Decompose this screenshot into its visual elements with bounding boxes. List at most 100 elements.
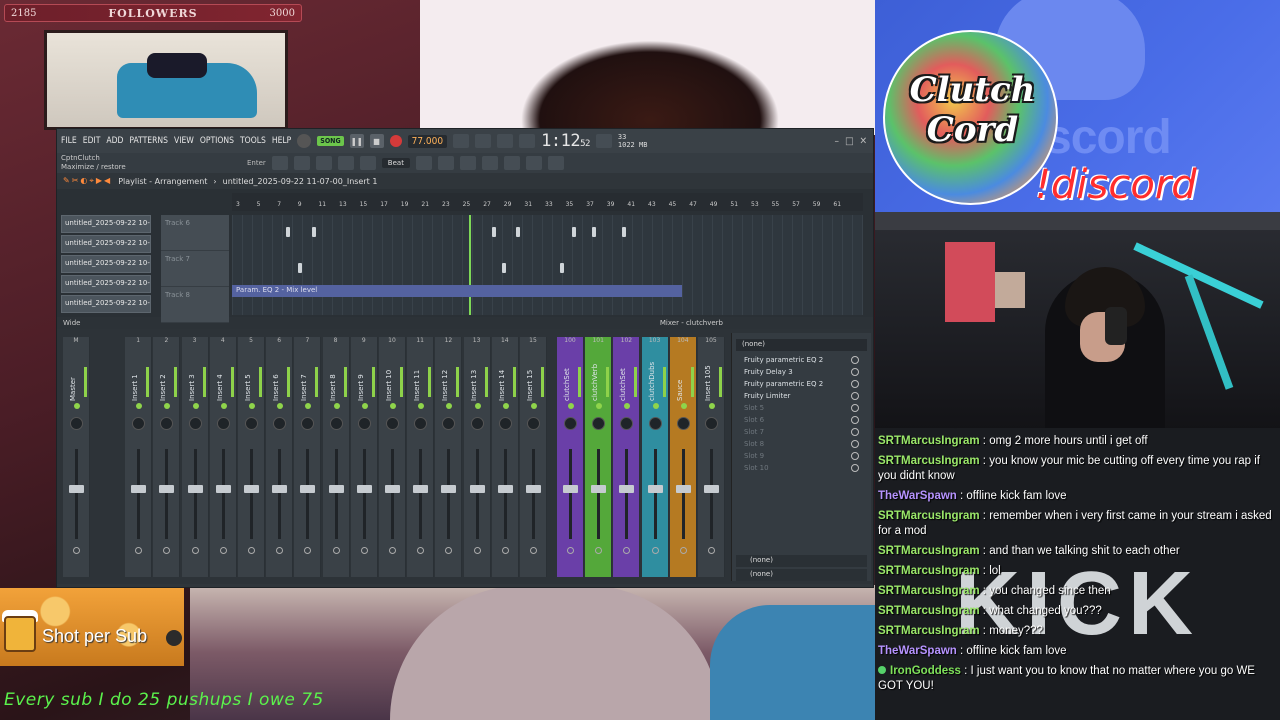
audio-clip[interactable] [500, 261, 508, 275]
pan-knob[interactable] [498, 417, 512, 430]
channel-rack-icon[interactable] [481, 156, 498, 170]
volume-fader-track[interactable] [278, 449, 282, 539]
volume-fader-track[interactable] [653, 449, 657, 539]
volume-fader-handle[interactable] [526, 485, 541, 493]
volume-fader-track[interactable] [334, 449, 338, 539]
route-button[interactable] [567, 547, 574, 554]
route-button[interactable] [248, 547, 255, 554]
volume-fader-track[interactable] [597, 449, 601, 539]
volume-fader-handle[interactable] [619, 485, 635, 493]
pan-knob[interactable] [70, 417, 83, 430]
track-header[interactable]: Track 6 [161, 215, 229, 251]
route-button[interactable] [389, 547, 396, 554]
mixer-strip[interactable]: 5 Insert 5 [238, 337, 265, 577]
menu-edit[interactable]: EDIT [83, 136, 101, 146]
menu-file[interactable]: FILE [61, 136, 77, 146]
mixer-strip[interactable]: 1 Insert 1 [125, 337, 153, 577]
chat-username[interactable]: TheWarSpawn [878, 490, 957, 502]
volume-fader-track[interactable] [503, 449, 507, 539]
volume-fader-track[interactable] [447, 449, 451, 539]
mixer-strip[interactable]: 101 clutchVerb [585, 337, 613, 577]
strip-enable-led[interactable] [502, 403, 509, 409]
volume-fader-handle[interactable] [469, 485, 485, 493]
mixer-strip[interactable]: 102 clutchSet [613, 337, 641, 577]
strip-enable-led[interactable] [220, 403, 227, 409]
master-volume-knob[interactable] [297, 134, 312, 148]
pattern-item[interactable]: untitled_2025-09-22 10-... [61, 255, 151, 273]
mixer-strip[interactable]: 100 clutchSet [557, 337, 584, 577]
chat-username[interactable]: SRTMarcusIngram [878, 545, 980, 557]
route-button[interactable] [219, 547, 227, 554]
mixer-strip[interactable]: 7 Insert 7 [294, 337, 322, 577]
volume-fader-handle[interactable] [385, 485, 400, 493]
strip-enable-led[interactable] [333, 403, 340, 409]
audio-clip[interactable] [570, 225, 578, 239]
pan-knob[interactable] [245, 417, 258, 430]
mixer-strip[interactable]: M Master [63, 337, 90, 577]
playlist-ruler[interactable]: 3 5 7 9 11 13 15 17 19 21 23 25 27 29 31 33 35 37 39 41 43 45… [232, 193, 863, 211]
pan-knob[interactable] [414, 417, 428, 430]
audio-clip[interactable] [296, 261, 304, 275]
mixer-strip[interactable]: 12 Insert 12 [435, 337, 463, 577]
browser-icon[interactable] [525, 156, 542, 170]
playlist-icon[interactable] [437, 156, 454, 170]
step-icon[interactable] [519, 134, 536, 148]
volume-fader-handle[interactable] [131, 485, 147, 493]
pan-knob[interactable] [564, 417, 577, 430]
strip-enable-led[interactable] [709, 403, 715, 409]
fx-slot-enable-icon[interactable] [851, 368, 859, 376]
track-header[interactable]: Track 7 [161, 251, 229, 287]
chat-username[interactable]: SRTMarcusIngram [878, 510, 980, 522]
pan-knob[interactable] [216, 417, 230, 430]
playlist-tools-icon[interactable]: ✎✂◐⌖▶◀ [63, 176, 112, 186]
mixer-strip[interactable]: 15 Insert 15 [520, 337, 547, 577]
playlist-title-bar[interactable]: ✎✂◐⌖▶◀ Playlist - Arrangement › untitled… [57, 173, 873, 189]
pitch-knob-icon[interactable] [271, 156, 288, 170]
pan-knob[interactable] [386, 417, 399, 430]
volume-fader-track[interactable] [221, 449, 225, 539]
fx-slot-enable-icon[interactable] [851, 428, 859, 436]
strip-enable-led[interactable] [531, 403, 537, 409]
audio-clip[interactable] [284, 225, 292, 239]
record-button[interactable] [389, 135, 402, 147]
menu-patterns[interactable]: PATTERNS [129, 136, 168, 146]
fx-slot-enable-icon[interactable] [851, 452, 859, 460]
pan-knob[interactable] [160, 417, 174, 430]
fx-slot-enable-icon[interactable] [851, 440, 859, 448]
output-select-2[interactable]: (none) [736, 569, 867, 581]
menu-tools[interactable]: TOOLS [240, 136, 266, 146]
pan-knob[interactable] [527, 417, 540, 430]
volume-fader-track[interactable] [75, 449, 78, 539]
mixer-strip[interactable]: 104 Sauce [669, 337, 697, 577]
route-button[interactable] [73, 547, 80, 554]
volume-fader-handle[interactable] [704, 485, 719, 493]
snap-select[interactable]: Beat [381, 158, 410, 168]
pan-knob[interactable] [705, 417, 718, 430]
route-button[interactable] [445, 547, 453, 554]
volume-fader-track[interactable] [710, 449, 713, 539]
audio-clip[interactable] [490, 225, 498, 239]
route-button[interactable] [679, 547, 687, 554]
route-button[interactable] [501, 547, 509, 554]
volume-fader-track[interactable] [532, 449, 535, 539]
route-button[interactable] [332, 547, 340, 554]
menu-view[interactable]: VIEW [174, 136, 194, 146]
chat-username[interactable]: TheWarSpawn [878, 645, 957, 657]
minimize-icon[interactable]: – [834, 136, 839, 147]
playlist-body[interactable]: 3 5 7 9 11 13 15 17 19 21 23 25 27 29 31 33 35 37 39 41 43 45… [57, 189, 873, 323]
strip-enable-led[interactable] [74, 403, 80, 409]
strip-enable-led[interactable] [136, 403, 143, 409]
pencil-icon[interactable] [337, 156, 354, 170]
mixer-strip[interactable]: 9 Insert 9 [350, 337, 378, 577]
countdown-icon[interactable] [475, 134, 492, 148]
volume-fader-track[interactable] [681, 449, 685, 539]
pause-button[interactable]: ❚❚ [349, 134, 364, 148]
fx-slot[interactable]: Slot 6 [736, 415, 867, 427]
mixer-strip[interactable]: 6 Insert 6 [266, 337, 294, 577]
volume-fader-handle[interactable] [413, 485, 429, 493]
audio-clip[interactable] [620, 225, 628, 239]
audio-clip[interactable] [558, 261, 566, 275]
volume-fader-track[interactable] [391, 449, 394, 539]
route-button[interactable] [163, 547, 171, 554]
volume-fader-track[interactable] [475, 449, 479, 539]
